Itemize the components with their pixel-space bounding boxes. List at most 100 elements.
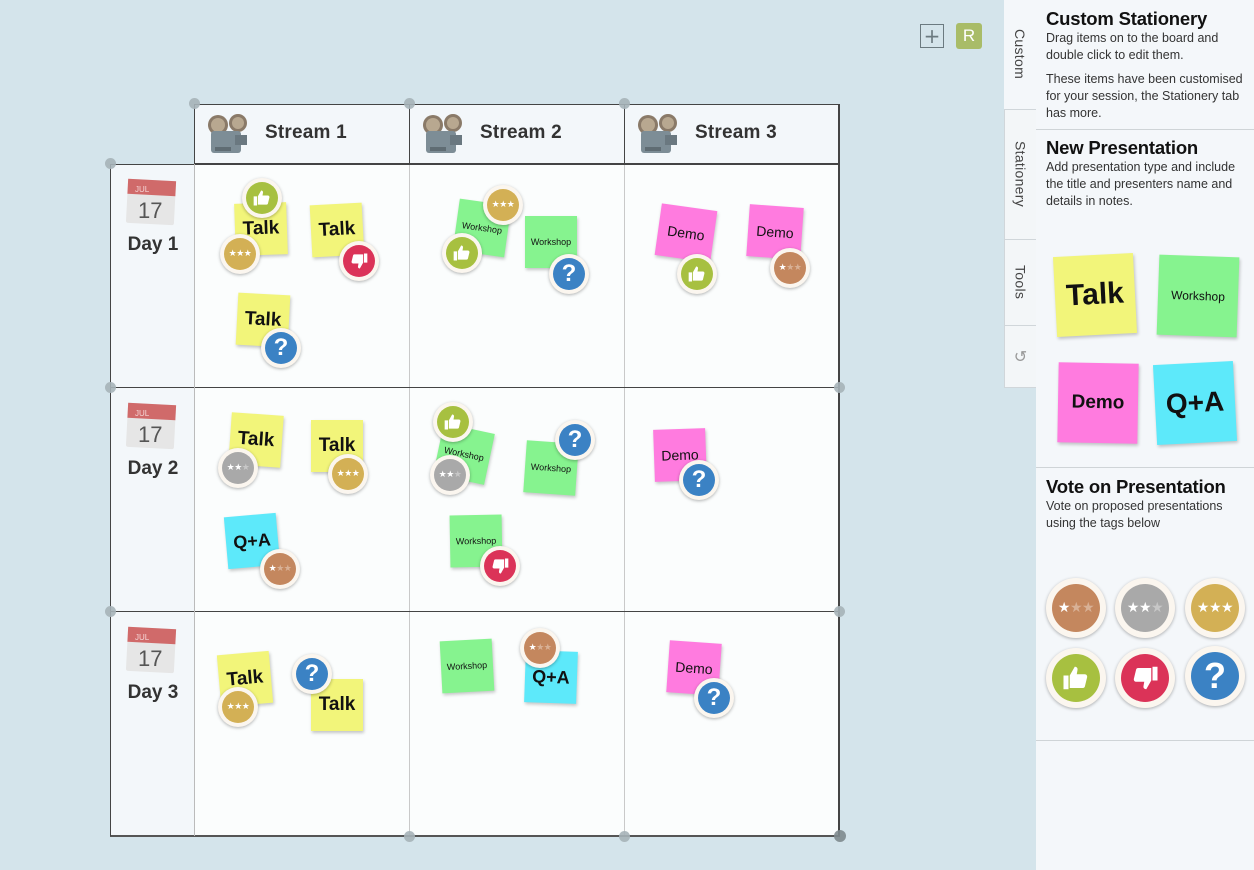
thumbs-down-tag[interactable] <box>480 546 520 586</box>
resize-handle[interactable] <box>105 158 116 169</box>
three-star-icon: ★★★ <box>487 189 519 221</box>
resize-handle[interactable] <box>834 382 845 393</box>
board-canvas[interactable]: + R Stream 1 Stream 2 Stream 3 JUL 17 Day… <box>0 0 1004 870</box>
thumbs-up-tag[interactable] <box>677 254 717 294</box>
demo-note[interactable]: Demo <box>654 203 718 263</box>
silver-2-star-tag[interactable]: ★★★ <box>1115 578 1175 638</box>
resize-handle[interactable] <box>834 606 845 617</box>
resize-handle[interactable] <box>105 606 116 617</box>
stationery-panel: Custom Stationery Drag items on to the b… <box>1036 0 1254 870</box>
thumbs-up-tag[interactable] <box>242 178 282 218</box>
palette-workshop-note[interactable]: Workshop <box>1156 254 1240 338</box>
section-description: Vote on proposed presentations using the… <box>1046 499 1223 530</box>
film-projector-icon <box>423 114 462 153</box>
thumbs-up-icon <box>246 182 278 214</box>
cell-day3-stream3[interactable] <box>625 612 839 836</box>
row-header-day-1[interactable]: JUL 17 Day 1 <box>110 164 195 388</box>
two-star-icon: ★★★ <box>434 459 466 491</box>
gold-3-star-tag[interactable]: ★★★ <box>218 687 258 727</box>
gold-3-star-tag[interactable]: ★★★ <box>220 234 260 274</box>
svg-text:17: 17 <box>138 198 162 223</box>
svg-text:17: 17 <box>138 422 162 447</box>
resize-handle[interactable] <box>105 382 116 393</box>
palette-qa-note[interactable]: Q+A <box>1152 360 1238 446</box>
cell-day2-stream1[interactable] <box>195 388 410 612</box>
question-tag[interactable]: ? <box>1185 646 1245 706</box>
palette-talk-note[interactable]: Talk <box>1052 252 1138 338</box>
note-label: Workshop <box>1170 288 1226 304</box>
bronze-1-star-tag[interactable]: ★★★ <box>260 549 300 589</box>
svg-text:JUL: JUL <box>135 409 150 418</box>
question-icon: ? <box>683 464 715 496</box>
cell-day2-stream3[interactable] <box>625 388 839 612</box>
three-star-icon: ★★★ <box>332 458 364 490</box>
side-tabs: Custom Stationery Tools ↺ <box>1004 0 1036 870</box>
tab-tools[interactable]: Tools <box>1004 240 1036 326</box>
thumbs-up-icon <box>437 406 469 438</box>
thumbs-down-icon <box>484 550 516 582</box>
grid-line <box>110 835 840 837</box>
cell-day1-stream1[interactable] <box>195 164 410 388</box>
resize-handle[interactable] <box>619 98 630 109</box>
undo-button[interactable]: ↺ <box>1004 326 1036 388</box>
custom-stationery-section: Custom Stationery Drag items on to the b… <box>1036 0 1254 130</box>
bronze-1-star-tag[interactable]: ★★★ <box>520 628 560 668</box>
note-label: Demo <box>755 222 795 242</box>
thumbs-down-icon <box>1121 654 1169 702</box>
new-presentation-section: New Presentation Add presentation type a… <box>1036 130 1254 468</box>
thumbs-up-tag[interactable] <box>442 233 482 273</box>
question-tag[interactable]: ? <box>555 420 595 460</box>
thumbs-up-icon <box>1052 654 1100 702</box>
thumbs-down-tag[interactable] <box>339 241 379 281</box>
calendar-icon: JUL 17 <box>125 626 177 674</box>
resize-handle[interactable] <box>189 98 200 109</box>
question-icon: ? <box>698 682 730 714</box>
tab-label: Stationery <box>1012 141 1029 208</box>
tab-label: Tools <box>1012 265 1029 300</box>
column-header-stream-1[interactable]: Stream 1 <box>194 104 410 164</box>
workshop-note[interactable]: Workshop <box>439 638 495 694</box>
resize-handle[interactable] <box>404 831 415 842</box>
note-label: Demo <box>666 222 706 244</box>
question-tag[interactable]: ? <box>292 654 332 694</box>
tab-stationery[interactable]: Stationery <box>1004 110 1036 240</box>
column-header-stream-2[interactable]: Stream 2 <box>409 104 625 164</box>
question-tag[interactable]: ? <box>261 328 301 368</box>
row-header-day-3[interactable]: JUL 17 Day 3 <box>110 612 195 836</box>
three-star-icon: ★★★ <box>224 238 256 270</box>
svg-text:JUL: JUL <box>135 633 150 642</box>
resize-handle[interactable] <box>834 830 846 842</box>
question-tag[interactable]: ? <box>694 678 734 718</box>
resize-handle[interactable] <box>404 98 415 109</box>
thumbs-up-tag[interactable] <box>1046 648 1106 708</box>
grid-line <box>110 611 840 612</box>
note-label: Q+A <box>232 528 272 553</box>
column-label: Stream 3 <box>695 122 777 143</box>
row-header-day-2[interactable]: JUL 17 Day 2 <box>110 388 195 612</box>
silver-2-star-tag[interactable]: ★★★ <box>218 448 258 488</box>
note-label: Talk <box>1065 276 1125 313</box>
bronze-1-star-tag[interactable]: ★★★ <box>1046 578 1106 638</box>
gold-3-star-tag[interactable]: ★★★ <box>483 185 523 225</box>
question-tag[interactable]: ? <box>549 254 589 294</box>
column-header-stream-3[interactable]: Stream 3 <box>624 104 840 164</box>
gold-3-star-tag[interactable]: ★★★ <box>1185 578 1245 638</box>
resize-handle[interactable] <box>619 831 630 842</box>
thumbs-up-tag[interactable] <box>433 402 473 442</box>
three-star-icon: ★★★ <box>222 691 254 723</box>
question-icon: ? <box>1191 652 1239 700</box>
row-label: Day 3 <box>127 682 179 703</box>
silver-2-star-tag[interactable]: ★★★ <box>430 455 470 495</box>
one-star-icon: ★★★ <box>774 252 806 284</box>
tab-custom[interactable]: Custom <box>1004 0 1036 110</box>
row-label: Day 2 <box>127 458 179 479</box>
grid-line <box>194 164 195 836</box>
question-tag[interactable]: ? <box>679 460 719 500</box>
note-label: Workshop <box>455 535 497 547</box>
bronze-1-star-tag[interactable]: ★★★ <box>770 248 810 288</box>
section-description: Drag items on to the board and double cl… <box>1046 31 1219 62</box>
thumbs-down-tag[interactable] <box>1115 648 1175 708</box>
palette-demo-note[interactable]: Demo <box>1057 362 1139 444</box>
grid-line <box>838 104 840 836</box>
gold-3-star-tag[interactable]: ★★★ <box>328 454 368 494</box>
